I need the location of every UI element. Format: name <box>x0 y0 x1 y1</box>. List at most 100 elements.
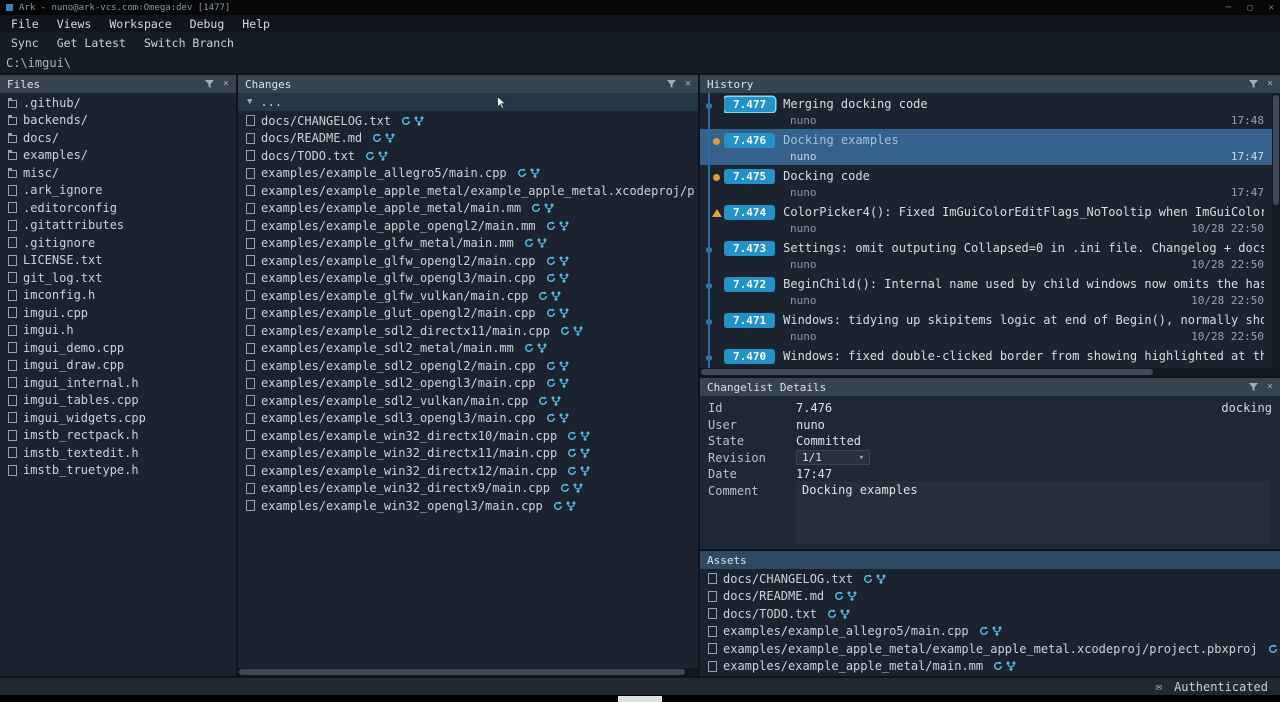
asset-row[interactable]: docs/README.md <box>700 588 1280 606</box>
file-tree-item[interactable]: .github/ <box>0 94 236 112</box>
file-tree-item[interactable]: imgui_tables.cpp <box>0 392 236 410</box>
file-icon <box>8 237 17 248</box>
menu-item[interactable]: Debug <box>181 17 234 31</box>
changed-file-row[interactable]: examples/example_win32_directx12/main.cp… <box>238 462 698 480</box>
changed-file-row[interactable]: examples/example_apple_metal/main.mm <box>238 200 698 218</box>
asset-row[interactable]: examples/example_apple_metal/example_app… <box>700 640 1280 658</box>
history-entry[interactable]: 7.473 Settings: omit outputing Collapsed… <box>700 237 1272 273</box>
asset-row[interactable]: examples/example_apple_metal/main.mm <box>700 658 1280 676</box>
auth-status: Authenticated <box>1174 680 1268 694</box>
menu-item[interactable]: Views <box>48 17 101 31</box>
toolbar-button[interactable]: Get Latest <box>48 36 135 50</box>
changed-file-row[interactable]: examples/example_sdl2_directx11/main.cpp <box>238 322 698 340</box>
file-tree-item[interactable]: imstb_textedit.h <box>0 444 236 462</box>
changed-file-row[interactable]: examples/example_win32_directx9/main.cpp <box>238 480 698 498</box>
file-tree-item[interactable]: .editorconfig <box>0 199 236 217</box>
changed-file-row[interactable]: examples/example_sdl2_metal/main.mm <box>238 340 698 358</box>
file-tree-item[interactable]: imgui_draw.cpp <box>0 357 236 375</box>
revision-dropdown[interactable]: 1/1 ▾ <box>796 450 870 465</box>
asset-row[interactable]: examples/example_allegro5/main.cpp <box>700 623 1280 641</box>
maximize-icon[interactable]: ▢ <box>1247 3 1252 13</box>
menu-item[interactable]: File <box>2 17 48 31</box>
scrollbar-thumb[interactable] <box>239 669 685 675</box>
changed-file-row[interactable]: docs/README.md <box>238 130 698 148</box>
changed-file-row[interactable]: examples/example_glfw_vulkan/main.cpp <box>238 287 698 305</box>
close-icon[interactable]: ✕ <box>685 79 691 89</box>
file-tree-item[interactable]: .gitattributes <box>0 217 236 235</box>
file-icon <box>246 325 255 336</box>
close-window-icon[interactable]: ✕ <box>1269 3 1274 13</box>
file-icon <box>246 168 255 179</box>
filter-icon[interactable] <box>205 80 214 88</box>
file-tree-item[interactable]: examples/ <box>0 147 236 165</box>
changed-file-row[interactable]: examples/example_win32_opengl3/main.cpp <box>238 497 698 515</box>
changed-file-row[interactable]: examples/example_apple_opengl2/main.mm <box>238 217 698 235</box>
assets-header[interactable]: Assets <box>700 551 1280 569</box>
changed-file-row[interactable]: examples/example_allegro5/main.cpp <box>238 165 698 183</box>
changed-file-row[interactable]: examples/example_glfw_metal/main.mm <box>238 235 698 253</box>
file-name: .gitattributes <box>23 218 124 232</box>
close-icon[interactable]: ✕ <box>1267 382 1273 392</box>
changed-file-row[interactable]: docs/TODO.txt <box>238 147 698 165</box>
file-tree-item[interactable]: imconfig.h <box>0 287 236 305</box>
history-entry[interactable]: 7.477 Merging docking code nuno 17:48 <box>700 93 1272 129</box>
changed-file-row[interactable]: examples/example_sdl2_opengl2/main.cpp <box>238 357 698 375</box>
toolbar-button[interactable]: Switch Branch <box>135 36 243 50</box>
history-entry[interactable]: 7.471 Windows: tidying up skipitems logi… <box>700 309 1272 345</box>
branch-icon <box>378 151 388 161</box>
filter-icon[interactable] <box>1249 80 1258 88</box>
file-icon <box>246 220 255 231</box>
file-tree-item[interactable]: LICENSE.txt <box>0 252 236 270</box>
filter-icon[interactable] <box>1249 383 1258 391</box>
scrollbar-thumb[interactable] <box>701 369 1153 375</box>
file-tree-item[interactable]: imgui_demo.cpp <box>0 339 236 357</box>
file-tree-item[interactable]: .ark_ignore <box>0 182 236 200</box>
filter-icon[interactable] <box>667 80 676 88</box>
history-entry[interactable]: 7.476 Docking examples nuno 17:47 <box>700 129 1272 165</box>
file-tree-item[interactable]: docs/ <box>0 129 236 147</box>
changed-file-row[interactable]: examples/example_win32_directx11/main.cp… <box>238 445 698 463</box>
branch-icon <box>580 431 590 441</box>
history-entry[interactable]: 7.474 ColorPicker4(): Fixed ImGuiColorEd… <box>700 201 1272 237</box>
horizontal-scrollbar[interactable] <box>700 368 1280 376</box>
changed-file-row[interactable]: examples/example_sdl3_opengl3/main.cpp <box>238 410 698 428</box>
file-tree-item[interactable]: imgui_widgets.cpp <box>0 409 236 427</box>
minimize-icon[interactable]: ─ <box>1226 3 1231 13</box>
changed-file-row[interactable]: examples/example_sdl2_opengl3/main.cpp <box>238 375 698 393</box>
history-entry[interactable]: 7.472 BeginChild(): Internal name used b… <box>700 273 1272 309</box>
file-tree-item[interactable]: imstb_truetype.h <box>0 462 236 480</box>
asset-row[interactable]: docs/CHANGELOG.txt <box>700 570 1280 588</box>
file-tree-item[interactable]: misc/ <box>0 164 236 182</box>
changed-file-row[interactable]: examples/example_glfw_opengl2/main.cpp <box>238 252 698 270</box>
file-tree-item[interactable]: imgui.cpp <box>0 304 236 322</box>
sync-icon <box>546 273 556 283</box>
close-icon[interactable]: ✕ <box>1267 79 1273 89</box>
file-icon <box>8 135 17 143</box>
changed-file-row[interactable]: examples/example_apple_metal/example_app… <box>238 182 698 200</box>
changed-file-row[interactable]: examples/example_glfw_opengl3/main.cpp <box>238 270 698 288</box>
changed-file-row[interactable]: examples/example_sdl2_vulkan/main.cpp <box>238 392 698 410</box>
menu-item[interactable]: Help <box>233 17 279 31</box>
changed-file-row[interactable]: docs/CHANGELOG.txt <box>238 112 698 130</box>
file-tree-item[interactable]: git_log.txt <box>0 269 236 287</box>
close-icon[interactable]: ✕ <box>223 79 229 89</box>
horizontal-scrollbar[interactable] <box>238 668 698 676</box>
changed-file-row[interactable]: examples/example_glut_opengl2/main.cpp <box>238 305 698 323</box>
file-tree-item[interactable]: imgui.h <box>0 322 236 340</box>
vertical-scrollbar[interactable] <box>1272 93 1280 368</box>
changes-root-row[interactable]: ▼ ... <box>238 93 698 111</box>
changed-file-row[interactable]: examples/example_win32_directx10/main.cp… <box>238 427 698 445</box>
file-tree-item[interactable]: .gitignore <box>0 234 236 252</box>
file-tree-item[interactable]: backends/ <box>0 112 236 130</box>
file-tree-item[interactable]: imstb_rectpack.h <box>0 427 236 445</box>
expander-icon[interactable]: ▼ <box>247 98 252 107</box>
sync-icon <box>524 343 534 353</box>
history-entry[interactable]: 7.470 Windows: fixed double-clicked bord… <box>700 345 1272 368</box>
comment-box[interactable]: Docking examples <box>796 481 1270 544</box>
asset-row[interactable]: docs/TODO.txt <box>700 605 1280 623</box>
history-entry[interactable]: 7.475 Docking code nuno 17:47 <box>700 165 1272 201</box>
file-tree-item[interactable]: imgui_internal.h <box>0 374 236 392</box>
scrollbar-thumb[interactable] <box>1273 95 1279 205</box>
menu-item[interactable]: Workspace <box>100 17 180 31</box>
toolbar-button[interactable]: Sync <box>2 36 48 50</box>
